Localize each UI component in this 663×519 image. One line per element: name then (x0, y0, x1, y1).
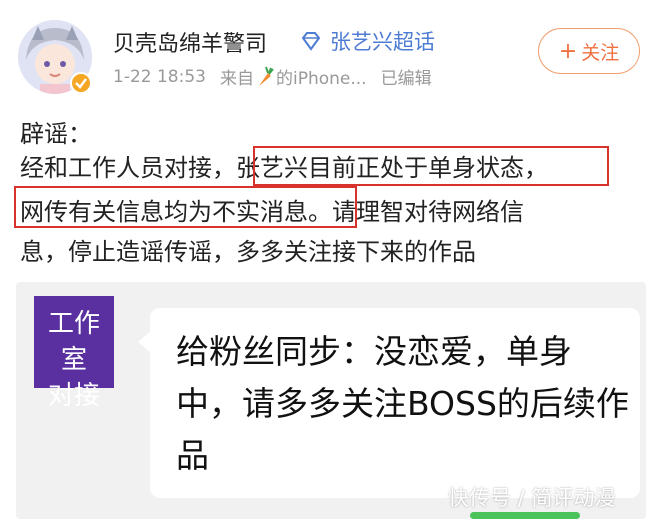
studio-tag: 工作室 对接 (34, 296, 114, 411)
plus-icon: + (558, 38, 578, 64)
highlight-box (14, 186, 357, 228)
edited-label[interactable]: 已编辑 (381, 64, 432, 89)
studio-tag-line-1: 工作室 (47, 309, 100, 375)
post-text-line-1: 辟谣： (20, 120, 92, 148)
topic-label[interactable]: 张艺兴超话 (330, 26, 435, 56)
studio-tag-line-2: 对接 (47, 381, 100, 411)
text-segment: 经和工作人员对接， (20, 154, 236, 182)
watermark: 快传号 / 简评动漫 (448, 486, 616, 510)
post-meta: 1-22 18:53 来自 的iPhone... 已编辑 (113, 64, 432, 89)
highlight-box (253, 146, 609, 186)
green-bar (470, 512, 580, 519)
follow-button[interactable]: + 关注 (538, 28, 640, 74)
follow-label: 关注 (581, 41, 620, 64)
source-device[interactable]: 的iPhone... (276, 64, 367, 89)
carrot-icon (258, 66, 274, 86)
source-prefix: 来自 (219, 69, 254, 89)
username[interactable]: 贝壳岛绵羊警司 (113, 26, 267, 58)
chat-message: 给粉丝同步：没恋爱，单身中，请多多关注BOSS的后续作品 (176, 332, 629, 475)
post-time: 1-22 18:53 (113, 66, 206, 87)
verified-badge-icon (70, 72, 92, 94)
topic-link[interactable]: 张艺兴超话 (300, 26, 435, 56)
post-text-line-4: 息，停止造谣传谣，多多关注接下来的作品 (20, 238, 476, 266)
diamond-icon (301, 32, 321, 51)
